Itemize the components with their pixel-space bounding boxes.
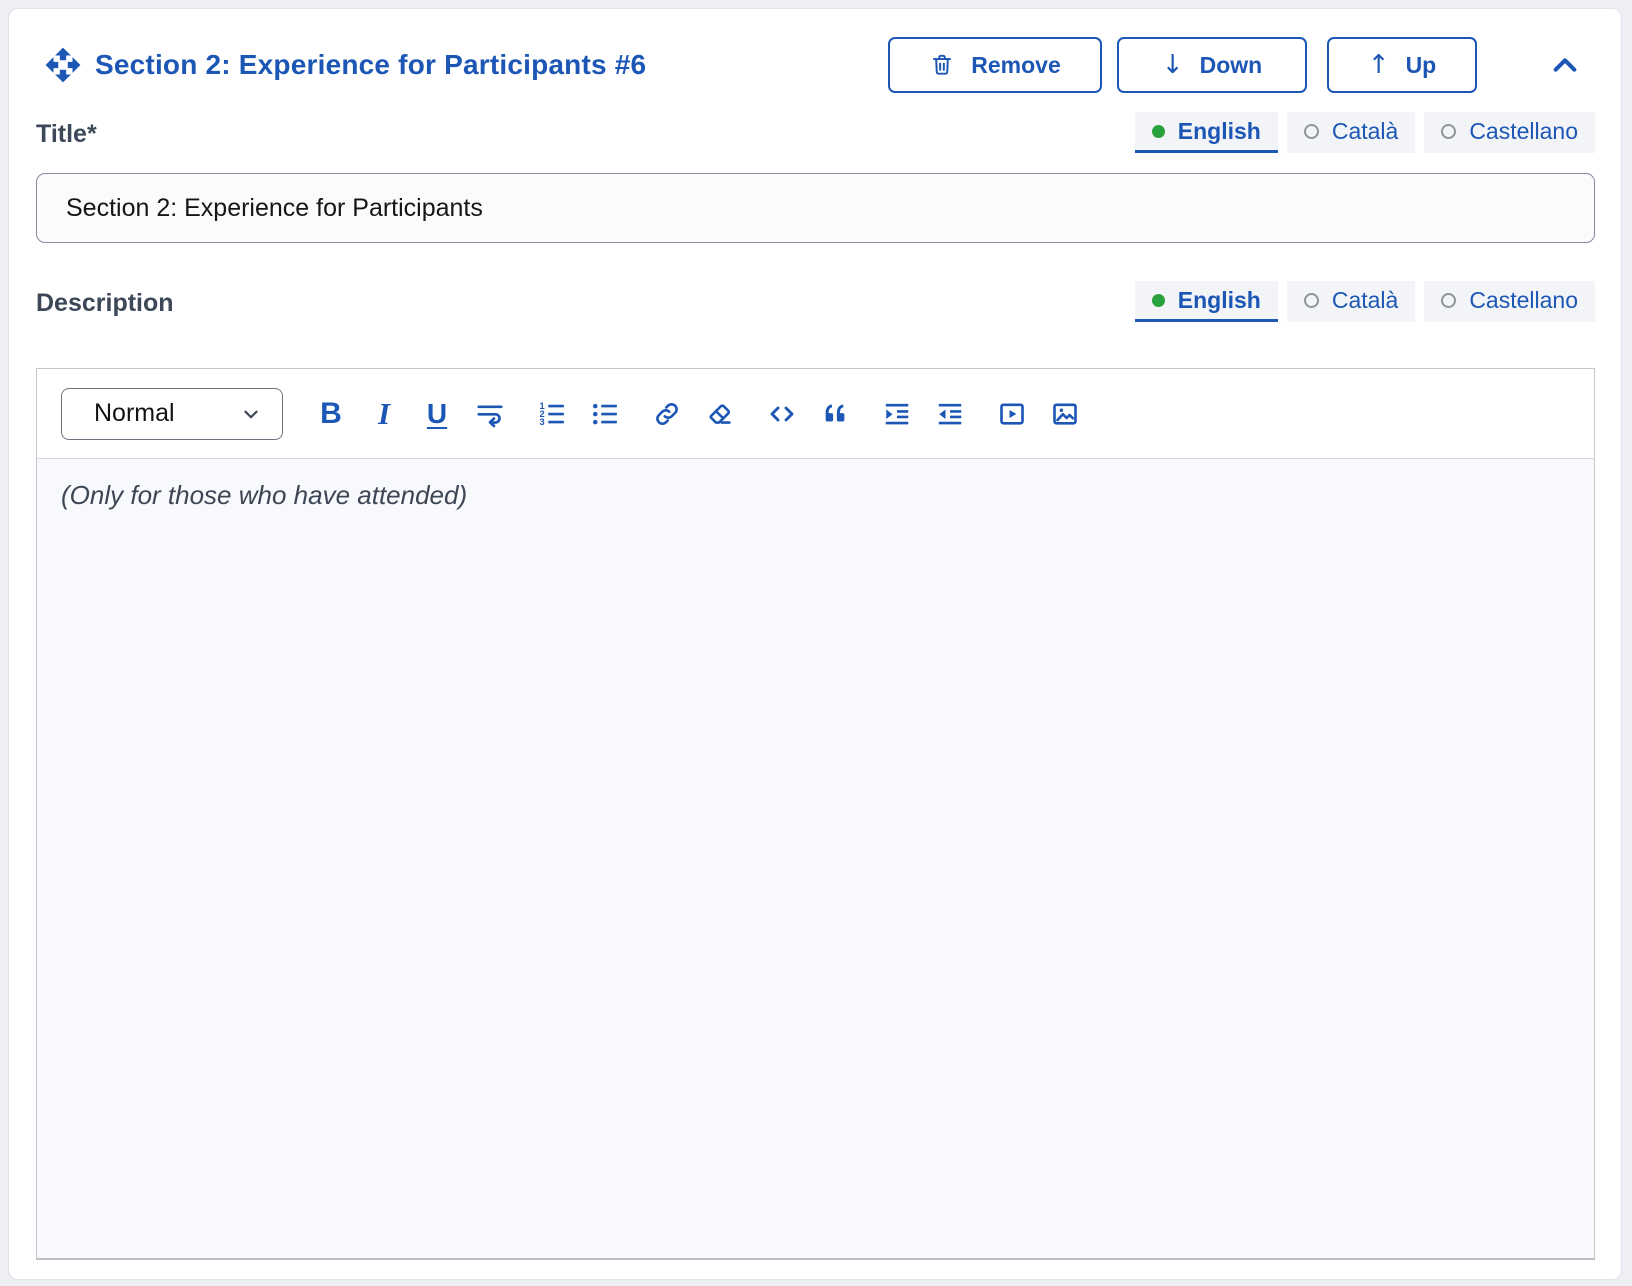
link-button[interactable] [647, 394, 687, 434]
underline-button[interactable]: U [417, 394, 457, 434]
language-tab-castellano[interactable]: Castellano [1424, 281, 1595, 322]
arrow-down-icon: ↓ [1162, 52, 1184, 78]
language-tab-label: Castellano [1469, 118, 1578, 145]
filled-dot-icon [1152, 125, 1165, 138]
toolbar-group-indent [877, 394, 970, 434]
down-button-label: Down [1200, 52, 1263, 79]
language-tab-catala[interactable]: Català [1287, 112, 1415, 153]
collapse-section-button[interactable] [1549, 49, 1581, 81]
remove-button-label: Remove [971, 52, 1060, 79]
toolbar-group-lists: 1 2 3 [532, 394, 625, 434]
title-input[interactable] [36, 173, 1595, 243]
text-wrap-button[interactable] [470, 394, 510, 434]
empty-circle-icon [1441, 293, 1456, 308]
toolbar-group-media [992, 394, 1085, 434]
svg-text:3: 3 [540, 417, 545, 427]
section-title: Section 2: Experience for Participants #… [95, 49, 646, 81]
language-tab-label: Castellano [1469, 287, 1578, 314]
language-tab-label: Català [1332, 287, 1398, 314]
editor-content-area[interactable]: (Only for those who have attended) [37, 459, 1594, 1258]
trash-icon [929, 52, 955, 78]
italic-button[interactable]: I [364, 394, 404, 434]
ordered-list-icon: 1 2 3 [537, 399, 567, 429]
chevron-down-icon [240, 403, 262, 425]
up-button-label: Up [1406, 52, 1437, 79]
paragraph-format-select[interactable]: Normal [61, 388, 283, 440]
code-icon [767, 399, 797, 429]
description-label-row: Description English Català Castellano [36, 281, 1595, 322]
toolbar-group-code-quote [762, 394, 855, 434]
italic-icon: I [378, 398, 390, 429]
empty-circle-icon [1304, 124, 1319, 139]
description-field-label: Description [36, 289, 174, 322]
indent-decrease-icon [935, 399, 965, 429]
editor-content-text: (Only for those who have attended) [61, 480, 467, 510]
indent-increase-button[interactable] [877, 394, 917, 434]
empty-circle-icon [1304, 293, 1319, 308]
language-tab-label: English [1178, 118, 1261, 145]
ordered-list-button[interactable]: 1 2 3 [532, 394, 572, 434]
indent-decrease-button[interactable] [930, 394, 970, 434]
bold-button[interactable]: B [311, 394, 351, 434]
toolbar-group-link [647, 394, 740, 434]
remove-button[interactable]: Remove [888, 37, 1102, 93]
title-language-tabs: English Català Castellano [1135, 112, 1595, 153]
description-language-tabs: English Català Castellano [1135, 281, 1595, 322]
format-select-value: Normal [94, 399, 175, 428]
section-header: Section 2: Experience for Participants #… [36, 36, 1595, 94]
language-tab-english[interactable]: English [1135, 281, 1278, 322]
chevron-up-icon [1549, 49, 1581, 81]
language-tab-label: English [1178, 287, 1261, 314]
language-tab-label: Català [1332, 118, 1398, 145]
unordered-list-icon [590, 399, 620, 429]
blockquote-icon [820, 399, 850, 429]
underline-icon: U [427, 400, 447, 428]
move-down-button[interactable]: ↓ Down [1117, 37, 1307, 93]
link-icon [652, 399, 682, 429]
section-card: Section 2: Experience for Participants #… [8, 8, 1622, 1280]
toolbar-group-text-style: B I U [311, 394, 510, 434]
bold-icon: B [320, 399, 342, 429]
insert-image-button[interactable] [1045, 394, 1085, 434]
embed-video-button[interactable] [992, 394, 1032, 434]
title-field-label: Title* [36, 120, 97, 153]
move-icon [44, 46, 82, 84]
arrow-up-icon: ↑ [1368, 52, 1390, 78]
editor-toolbar: Normal B I U [37, 369, 1594, 459]
unordered-list-button[interactable] [585, 394, 625, 434]
language-tab-catala[interactable]: Català [1287, 281, 1415, 322]
eraser-icon [705, 399, 735, 429]
language-tab-english[interactable]: English [1135, 112, 1278, 153]
filled-dot-icon [1152, 294, 1165, 307]
rich-text-editor: Normal B I U [36, 368, 1595, 1260]
empty-circle-icon [1441, 124, 1456, 139]
text-wrap-icon [475, 399, 505, 429]
move-up-button[interactable]: ↑ Up [1327, 37, 1477, 93]
image-icon [1050, 399, 1080, 429]
drag-handle[interactable] [44, 46, 82, 84]
indent-increase-icon [882, 399, 912, 429]
code-view-button[interactable] [762, 394, 802, 434]
blockquote-button[interactable] [815, 394, 855, 434]
language-tab-castellano[interactable]: Castellano [1424, 112, 1595, 153]
title-label-row: Title* English Català Castellano [36, 112, 1595, 153]
video-icon [997, 399, 1027, 429]
clear-formatting-button[interactable] [700, 394, 740, 434]
